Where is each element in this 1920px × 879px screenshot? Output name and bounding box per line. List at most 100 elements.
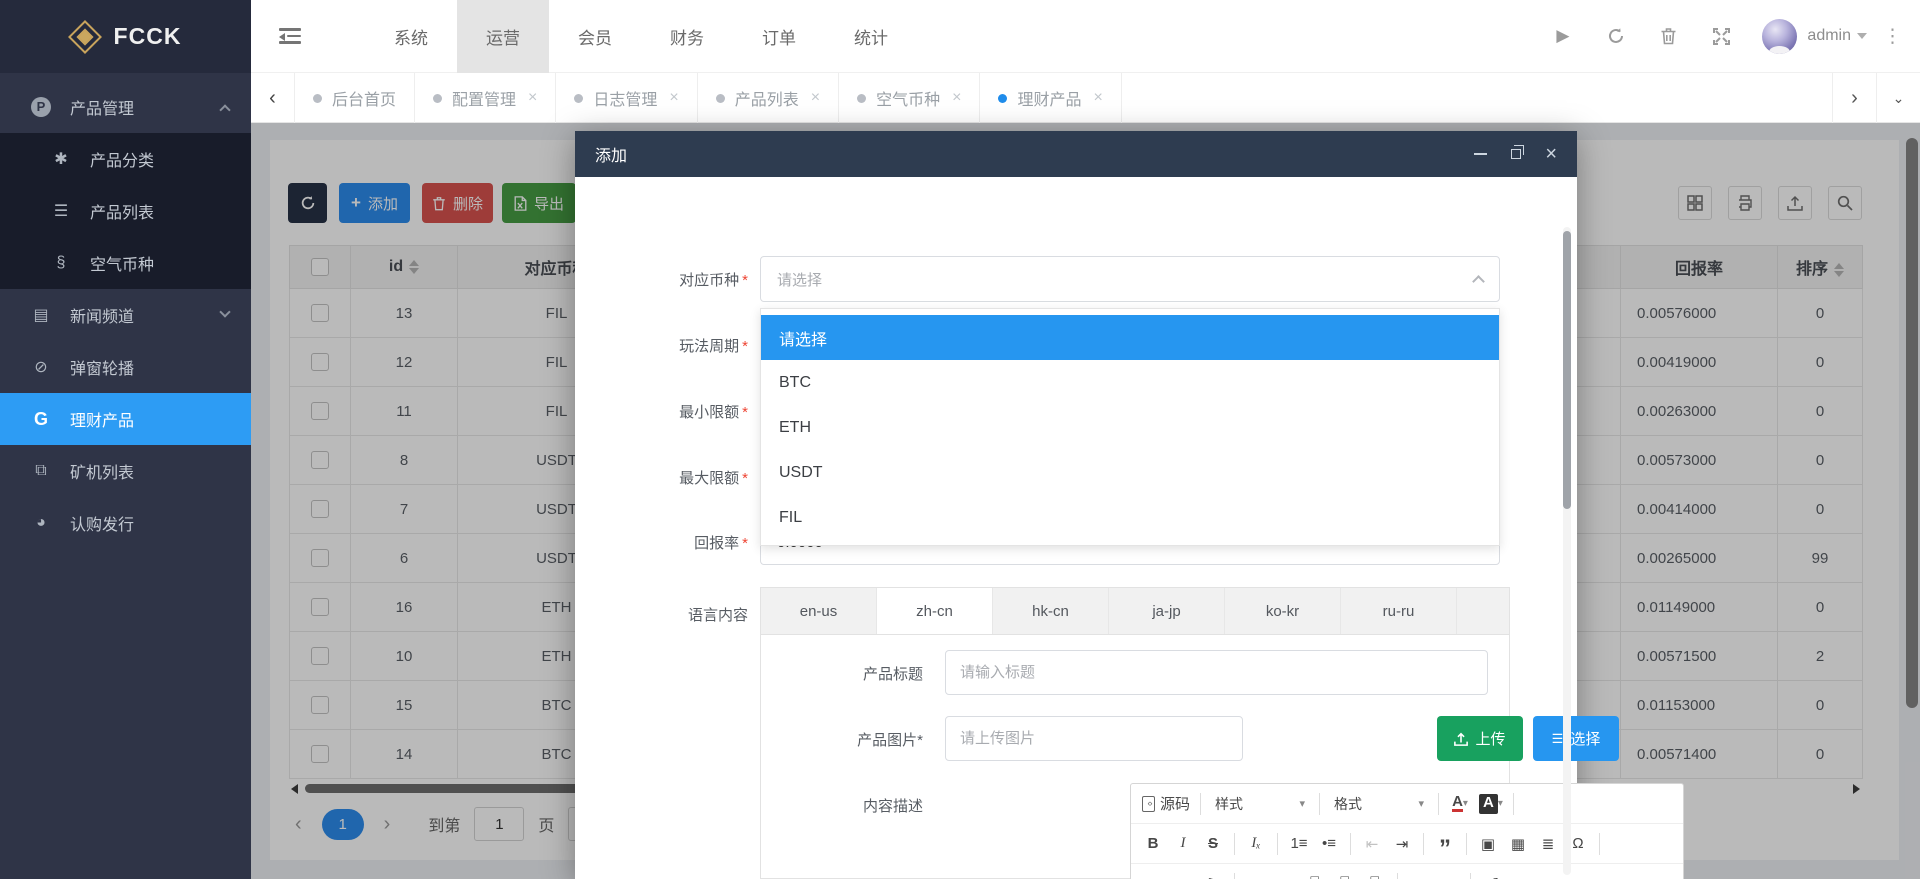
source-button[interactable]: 源码 [1139, 790, 1193, 818]
tab-close-icon[interactable]: × [669, 89, 678, 107]
toolbar-separator [1466, 833, 1467, 855]
dropdown-option-BTC[interactable]: BTC [761, 360, 1499, 405]
dropdown-option-请选择[interactable]: 请选择 [761, 315, 1499, 360]
tab-close-icon[interactable]: × [1093, 89, 1102, 107]
topbar-actions: ▶ admin ⋮ [1536, 16, 1920, 56]
maximize-button[interactable] [1511, 149, 1521, 159]
maximize-button[interactable]: ⤢ [1478, 870, 1506, 879]
lang-tab-ko-kr[interactable]: ko-kr [1225, 588, 1341, 634]
sidebar-collapse-button[interactable] [279, 28, 339, 44]
tab-日志管理[interactable]: 日志管理× [556, 73, 697, 123]
tab-close-icon[interactable]: × [528, 89, 537, 107]
minimize-icon [1474, 153, 1487, 155]
paste-word-button[interactable]: ⎘ [1362, 870, 1390, 879]
bold-button[interactable]: B [1139, 830, 1167, 858]
dialog-header[interactable]: 添加 × [575, 131, 1577, 177]
dropdown-option-ETH[interactable]: ETH [761, 405, 1499, 450]
nav-item-统计[interactable]: 统计 [825, 0, 917, 73]
tab-dot-icon [998, 94, 1007, 103]
tab-理财产品[interactable]: 理财产品 × [980, 73, 1121, 123]
anchor-button[interactable]: ⚑ [1199, 870, 1227, 879]
dialog-scrollbar-thumb[interactable] [1563, 231, 1571, 509]
sidebar-item-认购发行[interactable]: ◕认购发行 [0, 497, 251, 549]
tab-产品列表[interactable]: 产品列表× [698, 73, 839, 123]
blockquote-button[interactable]: ” [1431, 830, 1459, 858]
tab-label: 理财产品 [1017, 86, 1081, 110]
lang-tab-hk-cn[interactable]: hk-cn [993, 588, 1109, 634]
bg-color-button[interactable]: A▾ [1476, 790, 1506, 818]
link-button[interactable]: ∞ [1139, 870, 1167, 879]
sidebar-submenu: ✱产品分类☰产品列表§空气币种 [0, 133, 251, 289]
product-image-input[interactable] [945, 716, 1243, 761]
user-menu-caret-icon[interactable] [1857, 33, 1867, 39]
sidebar: FCCK P产品管理✱产品分类☰产品列表§空气币种▤新闻频道⊘弹窗轮播G理财产品… [0, 0, 251, 879]
source-icon [1142, 796, 1155, 812]
undo-button: ↶ [1405, 870, 1433, 879]
lang-tab-ru-ru[interactable]: ru-ru [1341, 588, 1457, 634]
refresh-button[interactable] [1589, 16, 1642, 56]
username[interactable]: admin [1807, 27, 1851, 45]
bullet-list-button[interactable]: •≡ [1315, 830, 1343, 858]
lang-tab-ja-jp[interactable]: ja-jp [1109, 588, 1225, 634]
tabbar-tabs: 后台首页配置管理×日志管理×产品列表×空气币种× 理财产品 × [295, 73, 1122, 122]
dialog-scrollbar[interactable] [1563, 227, 1571, 875]
paste-button[interactable]: ⎘ [1302, 870, 1330, 879]
product-title-input[interactable] [945, 650, 1488, 695]
sidebar-item-弹窗轮播[interactable]: ⊘弹窗轮播 [0, 341, 251, 393]
choose-button[interactable]: ☰ 选择 [1533, 716, 1619, 761]
tab-空气币种[interactable]: 空气币种× [839, 73, 980, 123]
tab-后台首页[interactable]: 后台首页 [295, 73, 415, 123]
tab-配置管理[interactable]: 配置管理× [415, 73, 556, 123]
nav-item-财务[interactable]: 财务 [641, 0, 733, 73]
minimize-button[interactable] [1474, 153, 1487, 155]
tabs-scroll-left-button[interactable]: ‹ [251, 73, 295, 123]
dropdown-option-FIL[interactable]: FIL [761, 495, 1499, 540]
table-button[interactable]: ▦ [1504, 830, 1532, 858]
toolbar-separator [1277, 833, 1278, 855]
coin-select[interactable]: 请选择 [760, 256, 1500, 302]
fullscreen-button[interactable] [1695, 16, 1748, 56]
clear-cache-button[interactable] [1642, 16, 1695, 56]
nav-item-会员[interactable]: 会员 [549, 0, 641, 73]
image-button[interactable]: ▣ [1474, 830, 1502, 858]
sidebar-item-理财产品[interactable]: G理财产品 [0, 393, 251, 445]
dropdown-option-USDT[interactable]: USDT [761, 450, 1499, 495]
sidebar-item-产品分类[interactable]: ✱产品分类 [0, 133, 251, 185]
nav-item-运营[interactable]: 运营 [457, 0, 549, 73]
strikethrough-button[interactable]: S [1199, 830, 1227, 858]
toolbar-separator [1397, 873, 1398, 879]
close-icon: × [1545, 144, 1557, 164]
caret-down-icon: ▾ [1418, 797, 1424, 810]
remove-format-button[interactable]: Iₓ [1242, 830, 1270, 858]
close-button[interactable]: × [1545, 144, 1557, 164]
tab-dot-icon [574, 94, 583, 103]
chevron-up-icon [1472, 275, 1485, 288]
paste-text-button[interactable]: ⎘ [1332, 870, 1360, 879]
text-color-button[interactable]: A▾ [1446, 790, 1474, 818]
sidebar-item-产品管理[interactable]: P产品管理 [0, 81, 251, 133]
tabs-list-button[interactable]: ⌄ [1876, 73, 1920, 123]
lang-tab-zh-cn[interactable]: zh-cn [877, 588, 993, 634]
user-avatar[interactable] [1762, 19, 1797, 54]
sidebar-item-空气币种[interactable]: §空气币种 [0, 237, 251, 289]
style-select[interactable]: 样式▾ [1208, 790, 1312, 818]
italic-button[interactable]: I [1169, 830, 1197, 858]
run-button[interactable]: ▶ [1536, 16, 1589, 56]
tab-close-icon[interactable]: × [952, 89, 961, 107]
sidebar-item-产品列表[interactable]: ☰产品列表 [0, 185, 251, 237]
ordered-list-button[interactable]: 1≡ [1285, 830, 1313, 858]
horizontal-rule-button[interactable]: ≣ [1534, 830, 1562, 858]
newspaper-icon: ▤ [28, 305, 54, 325]
nav-item-系统[interactable]: 系统 [365, 0, 457, 73]
indent-button[interactable]: ⇥ [1388, 830, 1416, 858]
nav-item-订单[interactable]: 订单 [733, 0, 825, 73]
sidebar-item-矿机列表[interactable]: ⧉矿机列表 [0, 445, 251, 497]
tab-close-icon[interactable]: × [811, 89, 820, 107]
lang-tab-en-us[interactable]: en-us [761, 588, 877, 634]
sidebar-item-新闻频道[interactable]: ▤新闻频道 [0, 289, 251, 341]
editor-toolbar-row-2: BISIₓ1≡•≡⇤⇥”▣▦≣Ω [1131, 824, 1683, 864]
format-select[interactable]: 格式▾ [1327, 790, 1431, 818]
tabs-scroll-right-button[interactable]: › [1832, 73, 1876, 123]
more-options-button[interactable]: ⋮ [1875, 25, 1920, 48]
upload-button[interactable]: 上传 [1437, 716, 1523, 761]
